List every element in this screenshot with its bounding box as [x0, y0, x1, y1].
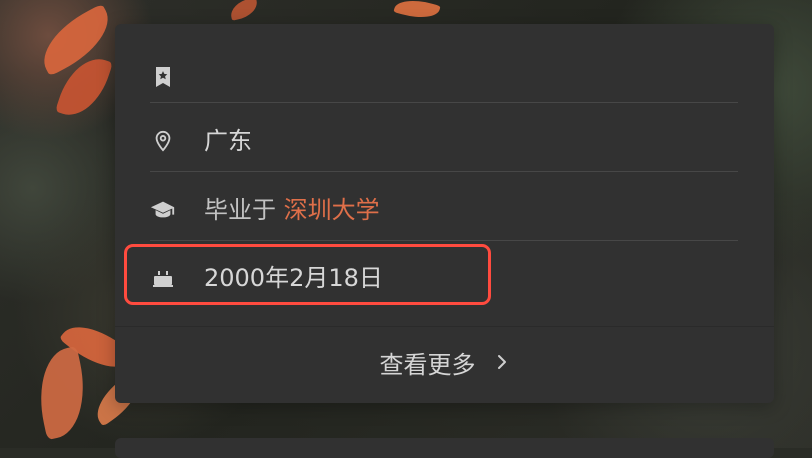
divider: [150, 102, 738, 103]
footer-divider: [115, 326, 774, 327]
divider: [150, 171, 738, 172]
chevron-right-icon: [494, 354, 510, 370]
graduation-cap-icon: [150, 197, 176, 223]
location-pin-icon: [150, 128, 176, 154]
view-more-label: 查看更多: [379, 350, 476, 379]
next-card-edge: [115, 438, 774, 458]
birthday-text: 2000年2月18日: [204, 264, 383, 292]
birthday-row: 2000年2月18日: [150, 259, 738, 297]
bookmark-icon: [150, 64, 176, 90]
education-school-link[interactable]: 深圳大学: [284, 196, 380, 224]
location-text: 广东: [204, 127, 252, 155]
education-row: 毕业于 深圳大学: [150, 191, 738, 229]
divider: [150, 240, 738, 241]
profile-card: 广东 毕业于 深圳大学 2000年2月18日 查看更多: [115, 24, 774, 403]
education-text: 毕业于 深圳大学: [204, 198, 380, 222]
education-prefix: 毕业于: [204, 196, 276, 224]
view-more-button[interactable]: 查看更多: [115, 342, 774, 382]
bookmark-row: [150, 58, 738, 96]
location-row: 广东: [150, 122, 738, 160]
cake-icon: [150, 265, 176, 291]
